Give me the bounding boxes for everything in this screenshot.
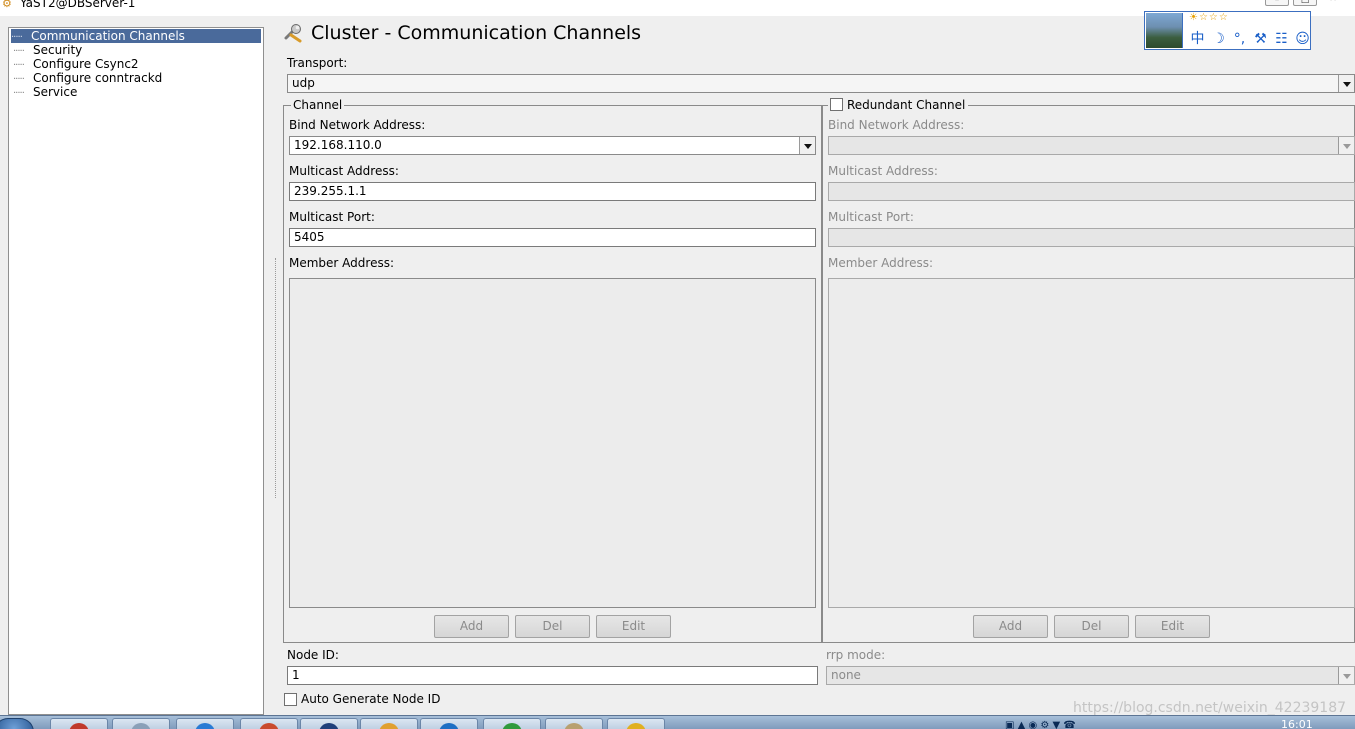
taskbar-app-9[interactable] <box>545 718 603 729</box>
redundant-multicast-port-label: Multicast Port: <box>828 210 914 224</box>
tree-item-configure-csync2[interactable]: ····· Configure Csync2 <box>13 57 139 71</box>
chevron-down-icon <box>1338 137 1354 154</box>
tree-item-label: Service <box>33 85 78 99</box>
taskbar: ▣ ▲ ◉ ⚙ ▼ ☎ 16:01 <box>0 715 1355 729</box>
multicast-port-field[interactable]: 5405 <box>289 228 816 247</box>
tree-item-configure-conntrackd[interactable]: ····· Configure conntrackd <box>13 71 162 85</box>
minimize-button[interactable]: – <box>1265 0 1289 6</box>
redundant-bind-address-select[interactable] <box>828 136 1355 155</box>
bind-network-address-label: Bind Network Address: <box>289 118 426 132</box>
page-title: Cluster - Communication Channels <box>311 22 642 44</box>
node-id-field[interactable]: 1 <box>287 666 818 685</box>
tree-item-service[interactable]: ····· Service <box>13 85 77 99</box>
redundant-add-button[interactable]: Add <box>973 615 1048 638</box>
redundant-delete-button[interactable]: Del <box>1054 615 1129 638</box>
channel-legend: Channel <box>291 98 345 112</box>
redundant-channel-legend: Redundant Channel <box>828 98 969 112</box>
app-icon <box>379 723 399 729</box>
member-address-label: Member Address: <box>289 256 395 270</box>
system-tray[interactable]: ▣ ▲ ◉ ⚙ ▼ ☎ <box>1005 720 1076 729</box>
transport-label: Transport: <box>287 56 348 70</box>
navigation-tree[interactable]: ····· Communication Channels ····· Securit… <box>8 27 264 715</box>
auto-generate-node-id-label: Auto Generate Node ID <box>301 692 441 706</box>
auto-generate-node-id-checkbox[interactable] <box>284 693 297 706</box>
bind-network-address-value: 192.168.110.0 <box>294 138 382 152</box>
rrp-mode-label: rrp mode: <box>826 648 886 662</box>
start-button[interactable] <box>0 718 34 729</box>
taskbar-app-2[interactable] <box>112 718 170 729</box>
redundant-edit-button[interactable]: Edit <box>1135 615 1210 638</box>
ime-level-stars: ☀☆☆☆ <box>1189 12 1229 23</box>
tree-item-security[interactable]: ····· Security <box>13 43 82 57</box>
multicast-address-field[interactable]: 239.255.1.1 <box>289 182 816 201</box>
taskbar-app-3[interactable] <box>176 718 234 729</box>
redundant-bind-address-label: Bind Network Address: <box>828 118 965 132</box>
add-member-button[interactable]: Add <box>434 615 509 638</box>
chevron-down-icon <box>1338 667 1354 684</box>
wrench-icon <box>284 24 302 43</box>
taskbar-app-1[interactable] <box>50 718 108 729</box>
yast-app-icon: ⚙ <box>2 0 12 10</box>
bind-network-address-select[interactable]: 192.168.110.0 <box>289 136 816 155</box>
window-title: YaST2@DBServer-1 <box>20 0 136 10</box>
taskbar-app-5[interactable] <box>300 718 358 729</box>
ime-tools-icon[interactable]: ⚒ <box>1250 31 1271 47</box>
ime-halfwidth-icon[interactable]: ☽ <box>1208 31 1229 47</box>
taskbar-app-8[interactable] <box>483 718 541 729</box>
redundant-member-address-label: Member Address: <box>828 256 934 270</box>
edit-member-button[interactable]: Edit <box>596 615 671 638</box>
node-id-label: Node ID: <box>287 648 339 662</box>
redundant-multicast-port-field[interactable] <box>828 228 1355 247</box>
redundant-channel-checkbox[interactable] <box>830 98 843 111</box>
redundant-multicast-address-label: Multicast Address: <box>828 164 938 178</box>
tree-item-label: Communication Channels <box>31 29 185 43</box>
pane-splitter[interactable] <box>275 258 277 498</box>
chevron-down-icon <box>799 137 815 154</box>
multicast-port-label: Multicast Port: <box>289 210 375 224</box>
rrp-mode-value: none <box>831 668 861 682</box>
redundant-member-address-list[interactable] <box>828 278 1355 608</box>
ime-punctuation-icon[interactable]: °, <box>1229 31 1250 47</box>
delete-member-button[interactable]: Del <box>515 615 590 638</box>
app-icon <box>195 723 215 729</box>
close-button[interactable]: ✕ <box>1321 0 1345 6</box>
chevron-down-icon <box>1338 75 1354 92</box>
watermark-text: https://blog.csdn.net/weixin_42239187 <box>1073 700 1347 716</box>
taskbar-clock[interactable]: 16:01 <box>1281 718 1313 729</box>
transport-value: udp <box>292 76 315 90</box>
redundant-multicast-address-field[interactable] <box>828 182 1355 201</box>
app-icon <box>131 723 151 729</box>
transport-select[interactable]: udp <box>287 74 1355 93</box>
app-icon <box>69 723 89 729</box>
redundant-channel-label: Redundant Channel <box>847 98 966 112</box>
app-icon <box>564 723 584 729</box>
app-icon <box>502 723 522 729</box>
ime-toolbar[interactable]: ☀☆☆☆ 中 ☽ °, ⚒ ☷ ☺ <box>1144 11 1311 50</box>
ime-button-row: 中 ☽ °, ⚒ ☷ ☺ <box>1187 28 1313 48</box>
taskbar-app-7[interactable] <box>420 718 478 729</box>
ime-skin-image <box>1146 13 1183 48</box>
ime-clipboard-icon[interactable]: ☷ <box>1271 31 1292 47</box>
ime-chinese-mode-icon[interactable]: 中 <box>1187 28 1208 48</box>
taskbar-app-6[interactable] <box>360 718 418 729</box>
taskbar-app-4[interactable] <box>240 718 298 729</box>
tree-item-communication-channels[interactable]: ····· Communication Channels <box>11 29 261 43</box>
rrp-mode-select[interactable]: none <box>826 666 1355 685</box>
app-icon <box>626 723 646 729</box>
app-icon <box>319 723 339 729</box>
ime-emoji-icon[interactable]: ☺ <box>1292 31 1313 47</box>
app-icon <box>259 723 279 729</box>
tree-item-label: Configure conntrackd <box>33 71 163 85</box>
member-address-list[interactable] <box>289 278 816 608</box>
multicast-address-label: Multicast Address: <box>289 164 399 178</box>
tree-item-label: Security <box>33 43 83 57</box>
tree-item-label: Configure Csync2 <box>33 57 139 71</box>
app-icon <box>439 723 459 729</box>
maximize-button[interactable]: □ <box>1293 0 1317 6</box>
taskbar-app-10[interactable] <box>607 718 665 729</box>
